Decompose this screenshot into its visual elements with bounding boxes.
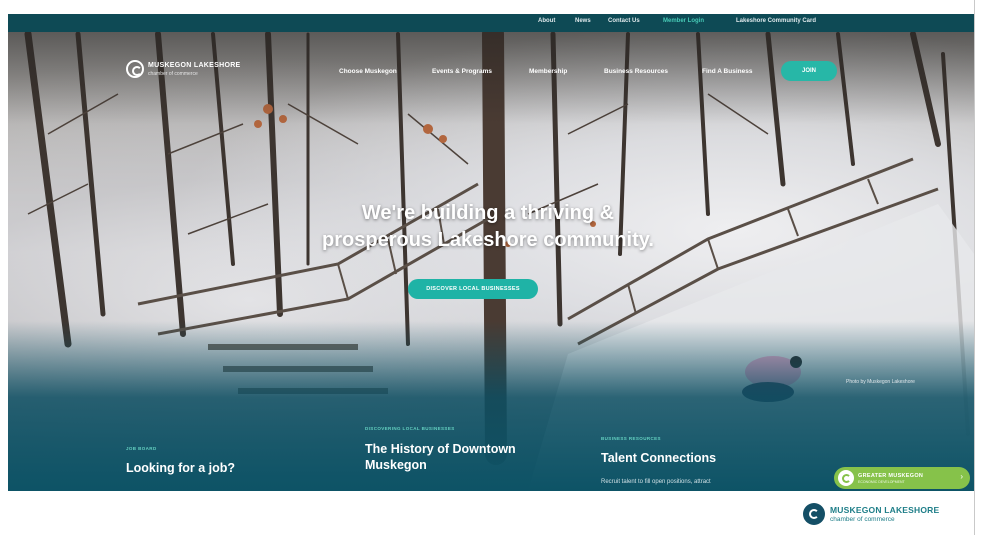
hero-headline: We're building a thriving & prosperous L… — [278, 200, 698, 254]
utility-link-member-login[interactable]: Member Login — [663, 18, 704, 24]
card-kicker-history: DISCOVERING LOCAL BUSINESSES — [365, 426, 455, 431]
chamber-footer-logo-icon — [803, 503, 825, 525]
nav-choose-muskegon[interactable]: Choose Muskegon — [339, 68, 397, 75]
card-title-jobs[interactable]: Looking for a job? — [126, 460, 326, 476]
footer-logo-subtitle: chamber of commerce — [830, 516, 895, 523]
card-kicker-talent: BUSINESS RESOURCES — [601, 436, 661, 441]
widget-sublabel: ECONOMIC DEVELOPMENT — [858, 480, 905, 484]
hero-headline-line1: We're building a thriving & — [361, 202, 615, 224]
discover-businesses-button[interactable]: DISCOVER LOCAL BUSINESSES — [408, 279, 538, 299]
card-kicker-jobs: JOB BOARD — [126, 446, 157, 451]
join-button[interactable]: JOIN — [781, 61, 837, 81]
nav-find-a-business[interactable]: Find A Business — [702, 68, 752, 75]
hero-headline-line2: prosperous Lakeshore community. — [322, 229, 654, 251]
page-edge-divider — [974, 0, 975, 535]
logo-subtitle: chamber of commerce — [148, 71, 198, 77]
nav-membership[interactable]: Membership — [529, 68, 567, 75]
economic-development-logo-icon — [838, 470, 854, 486]
nav-events-programs[interactable]: Events & Programs — [432, 68, 492, 75]
card-desc-talent: Recruit talent to fill open positions, a… — [601, 479, 711, 485]
photo-credit: Photo by Muskegon Lakeshore — [846, 379, 915, 385]
chamber-logo-icon — [126, 60, 144, 78]
footer-logo-name: MUSKEGON LAKESHORE — [830, 505, 940, 515]
greater-muskegon-widget[interactable]: GREATER MUSKEGON ECONOMIC DEVELOPMENT › — [834, 467, 970, 489]
nav-business-resources[interactable]: Business Resources — [604, 68, 668, 75]
card-title-talent[interactable]: Talent Connections — [601, 450, 801, 466]
logo-name: MUSKEGON LAKESHORE — [148, 62, 241, 69]
utility-link-community-card[interactable]: Lakeshore Community Card — [736, 18, 816, 24]
widget-label: GREATER MUSKEGON — [858, 473, 924, 479]
chevron-right-icon: › — [960, 472, 963, 481]
utility-link-contact[interactable]: Contact Us — [608, 18, 640, 24]
utility-link-about[interactable]: About — [538, 18, 555, 24]
utility-nav: About News Contact Us Member Login Lakes… — [8, 14, 974, 32]
utility-link-news[interactable]: News — [575, 18, 591, 24]
card-title-history[interactable]: The History of Downtown Muskegon — [365, 441, 575, 473]
website-hero-frame: About News Contact Us Member Login Lakes… — [8, 14, 974, 491]
